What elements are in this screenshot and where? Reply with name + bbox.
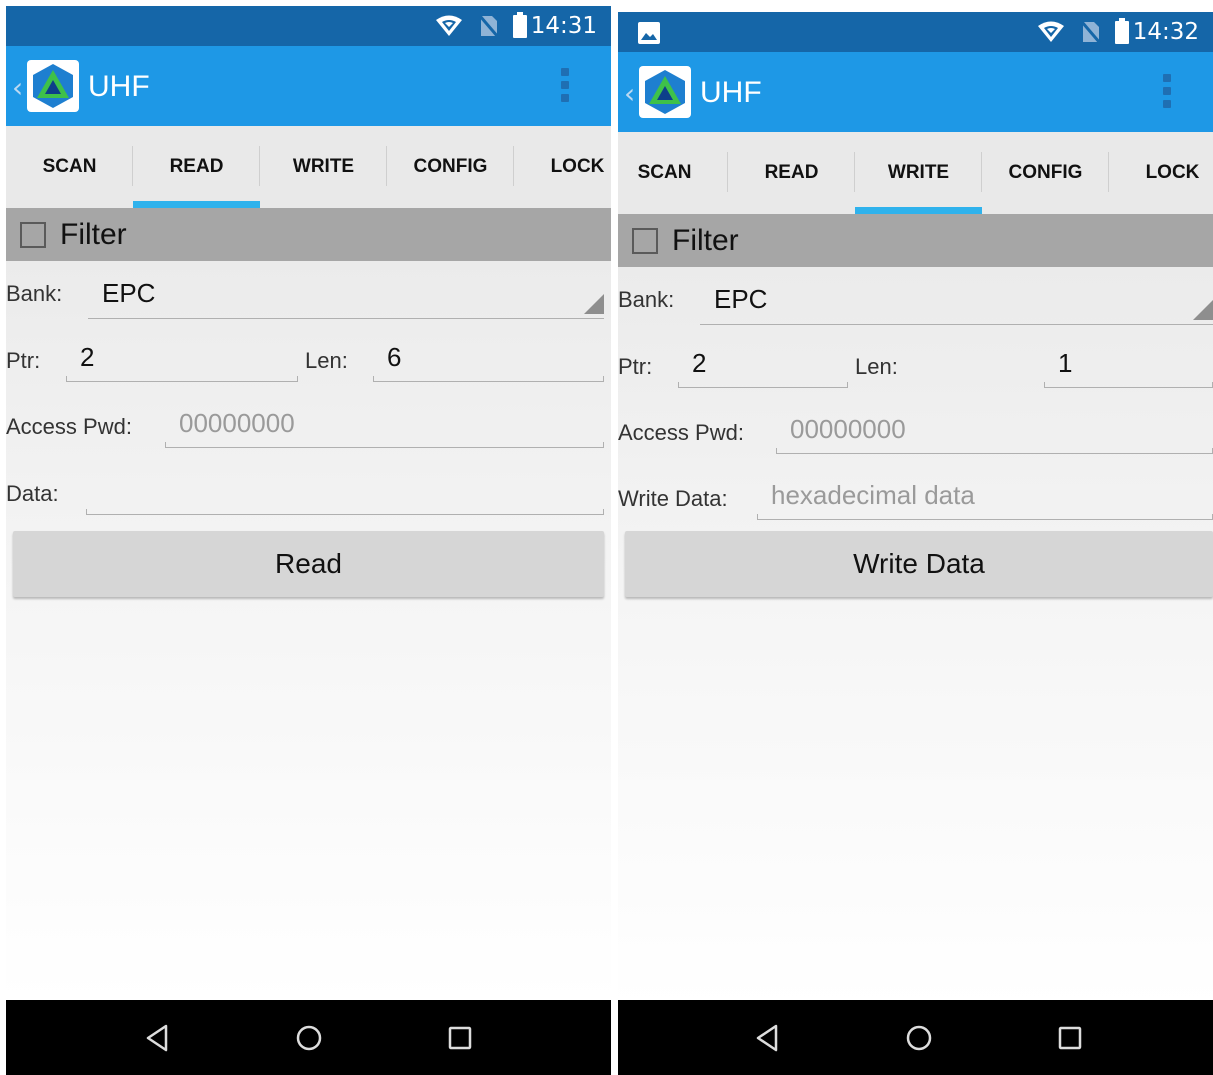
tab-label: SCAN — [42, 156, 97, 177]
tab-label: READ — [169, 156, 224, 177]
ptr-label: Ptr: — [618, 354, 653, 379]
write-data-label: Write Data: — [618, 486, 728, 511]
tab-label: CONFIG — [1008, 162, 1083, 183]
bank-spinner-underline — [700, 319, 1213, 325]
nav-back-icon[interactable] — [142, 1022, 174, 1054]
access-pwd-underline — [165, 442, 604, 448]
tab-label: READ — [764, 162, 819, 183]
tab-read[interactable]: READ — [133, 126, 260, 208]
image-notification-icon — [638, 22, 660, 49]
filter-checkbox[interactable] — [20, 222, 46, 248]
tab-lock[interactable]: LOCK — [514, 126, 611, 208]
read-form: Bank: EPC Ptr: 2 Len: 6 Access Pwd: 0000… — [6, 261, 611, 1001]
tab-label: SCAN — [637, 162, 692, 183]
status-clock: 14:32 — [1132, 19, 1199, 45]
tab-scan[interactable]: SCAN — [618, 132, 728, 214]
nav-recents-icon[interactable] — [444, 1022, 476, 1054]
app-bar: ‹ UHF — [618, 52, 1213, 132]
nav-home-icon[interactable] — [903, 1022, 935, 1054]
nav-back-icon[interactable] — [752, 1022, 784, 1054]
app-logo-icon[interactable] — [639, 66, 691, 118]
ptr-input[interactable]: 2 — [692, 348, 706, 379]
len-input-underline — [373, 376, 604, 382]
len-input-underline — [1044, 382, 1213, 388]
app-logo-icon[interactable] — [27, 60, 79, 112]
write-data-underline — [757, 514, 1213, 520]
tab-scan[interactable]: SCAN — [6, 126, 133, 208]
ptr-input-underline — [678, 382, 848, 388]
app-title: UHF — [88, 70, 150, 103]
battery-icon — [1115, 18, 1129, 49]
tab-config[interactable]: CONFIG — [982, 132, 1109, 214]
ptr-input-underline — [66, 376, 298, 382]
ptr-label: Ptr: — [6, 348, 41, 373]
battery-icon — [513, 12, 527, 43]
active-tab-indicator — [133, 201, 260, 208]
back-chevron-icon[interactable]: ‹ — [624, 77, 635, 110]
bank-label: Bank: — [618, 287, 675, 312]
active-tab-indicator — [855, 207, 982, 214]
tab-label: WRITE — [887, 162, 950, 183]
access-pwd-label: Access Pwd: — [6, 414, 132, 439]
nav-home-icon[interactable] — [293, 1022, 325, 1054]
tab-label: WRITE — [292, 156, 355, 177]
no-sim-icon — [478, 14, 500, 43]
spinner-arrow-icon — [584, 294, 604, 314]
status-bar: 14:31 — [6, 6, 611, 46]
spinner-arrow-icon — [1193, 300, 1213, 320]
overflow-menu-icon[interactable] — [561, 68, 571, 104]
phone-screen-write: 14:32 ‹ UHF SCAN READ WRITE CONFIG LOCK … — [618, 12, 1213, 1075]
app-title: UHF — [700, 76, 762, 109]
no-sim-icon — [1080, 20, 1102, 49]
write-form: Bank: EPC Ptr: 2 Len: 1 Access Pwd: 0000… — [618, 267, 1213, 1007]
tab-write[interactable]: WRITE — [260, 126, 387, 208]
access-pwd-input[interactable]: 00000000 — [179, 408, 295, 439]
data-label: Data: — [6, 481, 59, 506]
nav-recents-icon[interactable] — [1054, 1022, 1086, 1054]
read-button[interactable]: Read — [13, 531, 604, 597]
filter-label: Filter — [672, 224, 739, 257]
tab-strip: SCAN READ WRITE CONFIG LOCK — [618, 132, 1213, 214]
data-underline — [86, 509, 604, 515]
phone-screen-read: 14:31 ‹ UHF SCAN READ WRITE CONFIG LOCK … — [6, 6, 611, 1075]
tab-lock[interactable]: LOCK — [1109, 132, 1213, 214]
status-clock: 14:31 — [530, 13, 597, 39]
navigation-bar — [6, 1000, 611, 1075]
bank-spinner-underline — [88, 313, 604, 319]
filter-row: Filter — [6, 208, 611, 261]
len-input[interactable]: 6 — [387, 342, 401, 373]
write-data-button[interactable]: Write Data — [625, 531, 1213, 597]
bank-spinner-value[interactable]: EPC — [102, 278, 155, 309]
len-input[interactable]: 1 — [1058, 348, 1072, 379]
access-pwd-underline — [776, 448, 1213, 454]
tab-label: CONFIG — [413, 156, 488, 177]
tab-read[interactable]: READ — [728, 132, 855, 214]
tab-label: LOCK — [550, 156, 605, 177]
tab-config[interactable]: CONFIG — [387, 126, 514, 208]
overflow-menu-icon[interactable] — [1163, 74, 1173, 110]
tab-label: LOCK — [1145, 162, 1200, 183]
access-pwd-input[interactable]: 00000000 — [790, 414, 906, 445]
wifi-icon — [435, 14, 463, 43]
filter-row: Filter — [618, 214, 1213, 267]
bank-spinner-value[interactable]: EPC — [714, 284, 767, 315]
status-bar: 14:32 — [618, 12, 1213, 52]
filter-label: Filter — [60, 218, 127, 251]
ptr-input[interactable]: 2 — [80, 342, 94, 373]
access-pwd-label: Access Pwd: — [618, 420, 744, 445]
tab-strip: SCAN READ WRITE CONFIG LOCK — [6, 126, 611, 208]
write-data-input[interactable]: hexadecimal data — [771, 480, 975, 511]
len-label: Len: — [305, 348, 348, 373]
tab-write[interactable]: WRITE — [855, 132, 982, 214]
len-label: Len: — [855, 354, 898, 379]
back-chevron-icon[interactable]: ‹ — [12, 71, 23, 104]
bank-label: Bank: — [6, 281, 63, 306]
filter-checkbox[interactable] — [632, 228, 658, 254]
navigation-bar — [618, 1000, 1213, 1075]
wifi-icon — [1037, 20, 1065, 49]
app-bar: ‹ UHF — [6, 46, 611, 126]
